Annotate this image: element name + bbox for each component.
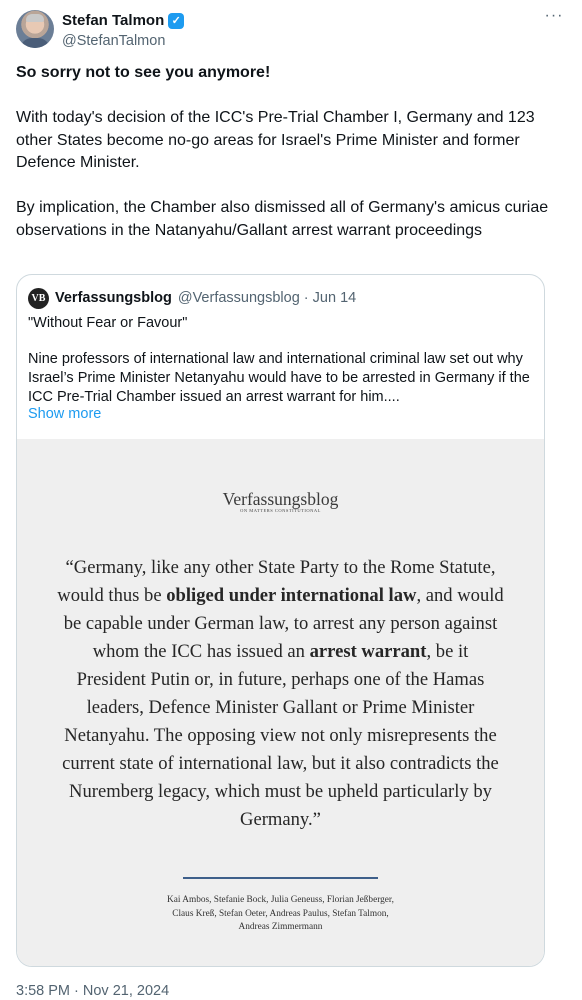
verfassungsblog-avatar[interactable]: VB xyxy=(28,287,49,309)
quote-part-3: , be it President Putin or, in future, p… xyxy=(62,641,499,830)
display-name[interactable]: Stefan Talmon xyxy=(62,12,164,30)
more-options-icon[interactable]: ··· xyxy=(542,8,566,28)
author-block: Stefan Talmon ✓ @StefanTalmon xyxy=(62,12,185,50)
avatar-shirt xyxy=(20,38,50,48)
logo-tagline: ON MATTERS CONSTITUTIONAL xyxy=(240,508,321,513)
tweet: Stefan Talmon ✓ @StefanTalmon ··· So sor… xyxy=(0,0,582,1000)
name-row: Stefan Talmon ✓ xyxy=(62,12,185,30)
quote-bold-2: arrest warrant xyxy=(309,641,427,662)
tweet-paragraph-2: By implication, the Chamber also dismiss… xyxy=(16,199,549,239)
verfassungsblog-logo: Verfassungsblog xyxy=(222,489,339,509)
quoted-tweet-header: VB Verfassungsblog @Verfassungsblog · Ju… xyxy=(28,287,357,309)
quoted-tweet-card[interactable]: VB Verfassungsblog @Verfassungsblog · Ju… xyxy=(16,274,545,967)
tweet-header: Stefan Talmon ✓ @StefanTalmon ··· xyxy=(16,8,566,50)
verified-badge-icon[interactable]: ✓ xyxy=(168,13,185,29)
quoted-tweet-title: "Without Fear or Favour" xyxy=(28,315,188,331)
quoted-author-name[interactable]: Verfassungsblog xyxy=(55,290,172,306)
show-more-link[interactable]: Show more xyxy=(28,406,101,422)
avatar[interactable] xyxy=(16,10,54,48)
quoted-author-meta: @Verfassungsblog · Jun 14 xyxy=(177,290,357,306)
tweet-text: So sorry not to see you anymore! With to… xyxy=(16,62,556,265)
quote-divider xyxy=(183,877,378,879)
image-quote: “Germany, like any other State Party to … xyxy=(57,554,504,834)
quoted-tweet-body: Nine professors of international law and… xyxy=(28,351,530,405)
quote-authors: Kai Ambos, Stefanie Bock, Julia Geneuss,… xyxy=(167,895,394,932)
author-handle[interactable]: @StefanTalmon xyxy=(62,32,184,50)
tweet-timestamp[interactable]: 3:58 PM · Nov 21, 2024 xyxy=(16,983,169,999)
tweet-lead: So sorry not to see you anymore! xyxy=(16,64,271,81)
quoted-tweet-image[interactable]: Verfassungsblog ON MATTERS CONSTITUTIONA… xyxy=(17,439,544,966)
quote-bold-1: obliged under international law xyxy=(166,585,417,606)
avatar-hair xyxy=(26,14,44,22)
tweet-paragraph-1: With today's decision of the ICC's Pre-T… xyxy=(16,109,535,171)
